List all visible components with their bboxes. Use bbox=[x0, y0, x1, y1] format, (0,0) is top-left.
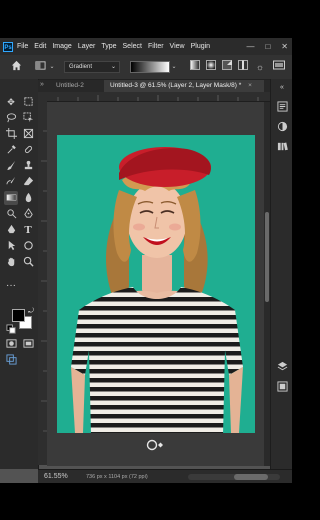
screen-mode-icon[interactable] bbox=[21, 337, 35, 351]
gradient-type-label: Gradient bbox=[69, 64, 93, 70]
lasso-icon[interactable] bbox=[4, 111, 18, 125]
ruler-ticks bbox=[57, 95, 259, 101]
menu-type[interactable]: Type bbox=[101, 43, 116, 50]
vertical-scroll-thumb[interactable] bbox=[265, 212, 269, 302]
clone-stamp-icon[interactable] bbox=[21, 159, 35, 173]
tab-label: Untitled-3 @ 61.5% (Layer 2, Layer Mask/… bbox=[110, 82, 242, 89]
maximize-button[interactable]: □ bbox=[265, 42, 270, 51]
artboard-tool-icon[interactable] bbox=[21, 95, 35, 109]
right-panels-dock: « bbox=[270, 79, 292, 469]
status-bar: 61.55% 736 px x 1104 px (72 ppi) bbox=[38, 469, 292, 483]
brush-icon[interactable] bbox=[4, 159, 18, 173]
gradient-picker-chevron-icon[interactable]: ⌄ bbox=[170, 60, 178, 74]
radial-gradient-icon[interactable] bbox=[204, 60, 218, 74]
spot-healing-icon[interactable] bbox=[21, 143, 35, 157]
path-select-icon[interactable] bbox=[4, 239, 18, 253]
menu-edit[interactable]: Edit bbox=[34, 43, 46, 50]
more-tools-icon[interactable]: ··· bbox=[4, 279, 18, 293]
menu-select[interactable]: Select bbox=[123, 43, 142, 50]
menu-file[interactable]: File bbox=[17, 43, 28, 50]
gradient-preview-swatch[interactable] bbox=[130, 61, 170, 73]
gradient-options-icon[interactable] bbox=[270, 60, 288, 74]
portrait-photo bbox=[71, 147, 243, 433]
linear-gradient-icon[interactable] bbox=[188, 60, 202, 74]
default-colors-icon[interactable] bbox=[4, 323, 18, 337]
tools-panel: ✥ T ··· ⤾ bbox=[0, 79, 39, 469]
properties-panel-icon[interactable] bbox=[275, 101, 289, 115]
crop-icon[interactable] bbox=[4, 127, 18, 141]
gradient-tool-icon[interactable] bbox=[4, 191, 18, 205]
close-window-button[interactable]: ✕ bbox=[281, 42, 288, 51]
close-tab-icon[interactable]: × bbox=[248, 82, 252, 89]
menu-image[interactable]: Image bbox=[52, 43, 71, 50]
photoshop-window: Ps File Edit Image Layer Type Select Fil… bbox=[0, 38, 292, 483]
eraser-icon[interactable] bbox=[21, 175, 35, 189]
ellipse-tool-icon[interactable] bbox=[21, 239, 35, 253]
swap-colors-icon[interactable]: ⤾ bbox=[24, 305, 38, 319]
chevron-down-icon[interactable]: ⌄ bbox=[48, 60, 56, 74]
gradient-cursor-icon bbox=[146, 438, 163, 452]
channels-panel-icon[interactable] bbox=[275, 381, 289, 395]
foreground-color-swatch[interactable] bbox=[12, 309, 25, 322]
type-tool-icon[interactable]: T bbox=[21, 223, 35, 237]
collapse-panels-icon[interactable]: « bbox=[275, 81, 289, 95]
object-select-icon[interactable] bbox=[21, 111, 35, 125]
horizontal-scrollbar[interactable] bbox=[188, 474, 280, 480]
horizontal-ruler bbox=[38, 92, 270, 102]
move-tool-icon[interactable]: ✥ bbox=[4, 95, 18, 109]
menu-bar: Ps File Edit Image Layer Type Select Fil… bbox=[0, 38, 292, 55]
reflected-gradient-icon[interactable] bbox=[236, 60, 250, 74]
zoom-level[interactable]: 61.55% bbox=[44, 470, 68, 483]
dropdown-chevron-icon: ⌄ bbox=[110, 64, 116, 70]
menu-plugins[interactable]: Plugin bbox=[191, 43, 210, 50]
hand-icon[interactable] bbox=[4, 255, 18, 269]
document-canvas[interactable] bbox=[57, 135, 255, 433]
gradient-type-dropdown[interactable]: Gradient ⌄ bbox=[64, 61, 120, 73]
dodge-tool-icon[interactable] bbox=[4, 207, 18, 221]
adjustments-panel-icon[interactable] bbox=[275, 121, 289, 135]
tab-label: Untitled-2 bbox=[56, 82, 84, 89]
blur-tool-icon[interactable] bbox=[21, 191, 35, 205]
document-info[interactable]: 736 px x 1104 px (72 ppi) bbox=[86, 470, 148, 483]
panel-collapse-icon[interactable]: » bbox=[40, 81, 44, 88]
change-screen-mode-icon[interactable] bbox=[4, 353, 18, 367]
quick-mask-icon[interactable] bbox=[4, 337, 18, 351]
document-tabs: Untitled-2 Untitled-3 @ 61.5% (Layer 2, … bbox=[38, 80, 270, 92]
brightness-icon[interactable]: ☼ bbox=[252, 60, 268, 74]
window-controls: — □ ✕ bbox=[246, 38, 288, 55]
menu-filter[interactable]: Filter bbox=[148, 43, 164, 50]
menu-view[interactable]: View bbox=[170, 43, 185, 50]
history-brush-icon[interactable] bbox=[4, 175, 18, 189]
libraries-panel-icon[interactable] bbox=[275, 141, 289, 155]
options-bar: ⌄ Gradient ⌄ ⌄ ☼ bbox=[0, 55, 292, 80]
layers-panel-icon[interactable] bbox=[275, 361, 289, 375]
zoom-icon[interactable] bbox=[21, 255, 35, 269]
minimize-button[interactable]: — bbox=[246, 42, 254, 51]
eyedropper-icon[interactable] bbox=[4, 143, 18, 157]
photoshop-logo: Ps bbox=[3, 41, 13, 52]
tab-untitled-2[interactable]: Untitled-2 bbox=[50, 80, 110, 92]
home-icon[interactable] bbox=[8, 60, 24, 74]
frame-tool-icon[interactable] bbox=[21, 127, 35, 141]
horizontal-scroll-thumb[interactable] bbox=[234, 474, 268, 480]
tab-untitled-3[interactable]: Untitled-3 @ 61.5% (Layer 2, Layer Mask/… bbox=[104, 80, 264, 92]
pen-icon[interactable] bbox=[21, 207, 35, 221]
menu-layer[interactable]: Layer bbox=[78, 43, 96, 50]
tool-preset-icon[interactable] bbox=[32, 60, 48, 74]
angle-gradient-icon[interactable] bbox=[220, 60, 234, 74]
pen-tool-alt-icon[interactable] bbox=[4, 223, 18, 237]
ruler-ticks bbox=[41, 130, 47, 432]
